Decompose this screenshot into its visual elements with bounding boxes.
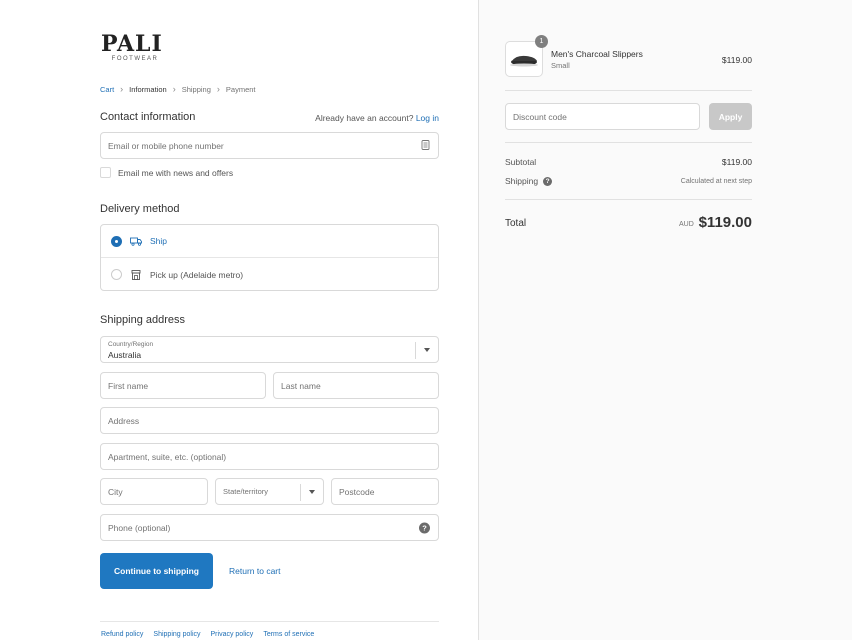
product-name: Men's Charcoal Slippers	[551, 49, 643, 59]
summary-divider	[505, 142, 752, 143]
footer-links: Refund policy Shipping policy Privacy po…	[101, 631, 314, 638]
first-name-placeholder: First name	[108, 380, 149, 391]
total-amount: $119.00	[698, 214, 752, 231]
apartment-field[interactable]: Apartment, suite, etc. (optional)	[100, 443, 439, 470]
truck-icon	[130, 236, 142, 246]
terms-of-service-link[interactable]: Terms of service	[263, 631, 314, 638]
account-prompt: Already have an account? Log in	[315, 113, 439, 123]
email-field[interactable]: Email or mobile phone number	[100, 132, 439, 159]
total-currency: AUD	[679, 221, 694, 228]
ship-radio[interactable]	[111, 235, 122, 247]
product-thumbnail: 1	[505, 35, 548, 77]
newsletter-checkbox[interactable]	[100, 167, 111, 178]
email-placeholder: Email or mobile phone number	[108, 140, 224, 151]
delivery-option-pickup[interactable]: Pick up (Adelaide metro)	[101, 258, 438, 291]
shipping-label: Shipping ?	[505, 176, 553, 186]
chevron-right-icon: ›	[172, 84, 176, 94]
subtotal-label: Subtotal	[505, 157, 536, 167]
product-price: $119.00	[721, 55, 752, 65]
city-placeholder: City	[108, 486, 123, 497]
help-icon[interactable]: ?	[419, 522, 430, 533]
address-placeholder: Address	[108, 415, 140, 426]
newsletter-label: Email me with news and offers	[118, 167, 234, 178]
continue-to-shipping-button[interactable]: Continue to shipping	[100, 553, 213, 589]
product-variant: Small	[551, 61, 570, 70]
phone-placeholder: Phone (optional)	[108, 522, 171, 533]
country-value: Australia	[108, 350, 142, 360]
newsletter-option[interactable]: Email me with news and offers	[100, 167, 233, 178]
last-name-placeholder: Last name	[281, 380, 321, 391]
refund-policy-link[interactable]: Refund policy	[101, 631, 143, 638]
return-to-cart-link[interactable]: Return to cart	[229, 566, 281, 576]
apply-discount-button[interactable]: Apply	[709, 103, 752, 130]
shipping-address-title: Shipping address	[100, 314, 186, 326]
shipping-value: Calculated at next step	[680, 178, 752, 185]
delivery-title: Delivery method	[100, 203, 180, 215]
account-prompt-text: Already have an account?	[315, 113, 414, 123]
store-icon	[130, 269, 142, 280]
shipping-label-text: Shipping	[505, 176, 539, 186]
discount-code-field[interactable]: Discount code	[505, 103, 700, 130]
delivery-option-ship[interactable]: Ship	[101, 225, 438, 258]
order-summary-panel	[478, 0, 852, 640]
breadcrumb-payment: Payment	[225, 84, 256, 94]
subtotal-label-text: Subtotal	[505, 157, 537, 167]
breadcrumb: Cart › Information › Shipping › Payment	[100, 84, 256, 94]
brand-logo[interactable]: PALI FOOTWEAR	[101, 33, 171, 62]
total-label: Total	[505, 218, 527, 229]
pickup-radio[interactable]	[111, 269, 122, 280]
city-field[interactable]: City	[100, 478, 208, 505]
chevron-right-icon: ›	[216, 84, 220, 94]
login-link[interactable]: Log in	[416, 113, 439, 123]
slipper-image	[510, 55, 538, 67]
address-field[interactable]: Address	[100, 407, 439, 434]
first-name-field[interactable]: First name	[100, 372, 266, 399]
shipping-policy-link[interactable]: Shipping policy	[153, 631, 200, 638]
quantity-badge: 1	[535, 35, 548, 48]
chevron-down-icon	[424, 347, 430, 352]
subtotal-value: $119.00	[721, 157, 752, 167]
brand-name: PALI	[101, 31, 163, 57]
country-label: Country/Region	[108, 341, 154, 348]
footer-divider	[100, 621, 439, 622]
country-select[interactable]: Country/Region Australia	[100, 336, 439, 363]
select-divider	[300, 484, 301, 501]
discount-placeholder: Discount code	[513, 111, 567, 122]
ship-label: Ship	[150, 236, 168, 246]
breadcrumb-information: Information	[129, 84, 167, 94]
pickup-label: Pick up (Adelaide metro)	[150, 269, 244, 280]
summary-divider	[505, 90, 752, 91]
postcode-field[interactable]: Postcode	[331, 478, 439, 505]
help-icon[interactable]: ?	[543, 176, 553, 186]
privacy-policy-link[interactable]: Privacy policy	[211, 631, 254, 638]
chevron-down-icon	[309, 489, 315, 494]
breadcrumb-cart[interactable]: Cart	[100, 85, 114, 94]
summary-divider	[505, 199, 752, 200]
contact-card-icon	[421, 139, 430, 152]
select-divider	[415, 342, 416, 359]
breadcrumb-shipping: Shipping	[181, 84, 211, 94]
contact-title: Contact information	[100, 111, 196, 123]
postcode-placeholder: Postcode	[339, 486, 375, 497]
chevron-right-icon: ›	[120, 84, 124, 94]
state-placeholder: State/territory	[223, 487, 269, 496]
state-select[interactable]: State/territory	[215, 478, 324, 505]
apartment-placeholder: Apartment, suite, etc. (optional)	[108, 451, 227, 462]
phone-field[interactable]: Phone (optional) ?	[100, 514, 439, 541]
delivery-options: Ship Pick up (Adelaide metro)	[100, 224, 439, 291]
last-name-field[interactable]: Last name	[273, 372, 439, 399]
